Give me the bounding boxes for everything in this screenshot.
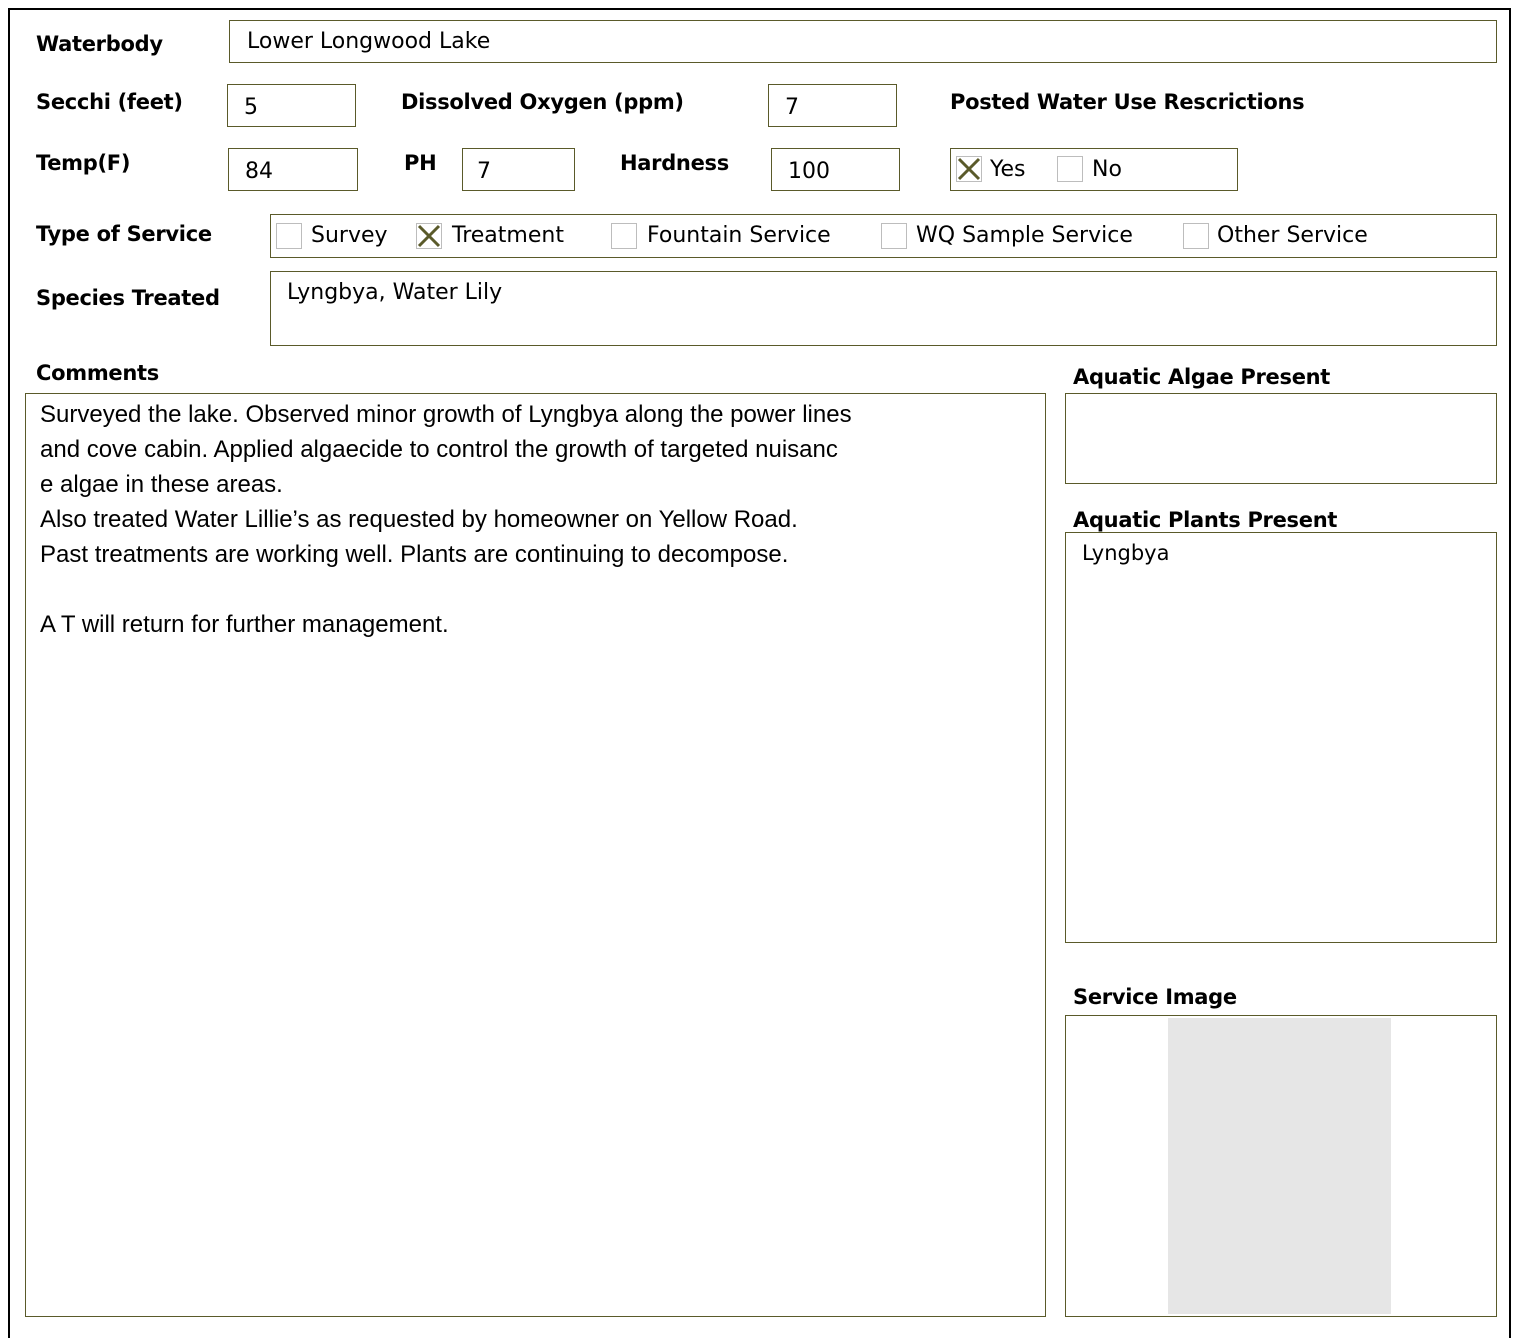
dissolved-oxygen-value: 7	[785, 95, 799, 120]
other-service-checkbox[interactable]	[1183, 223, 1209, 249]
service-type-label: Type of Service	[36, 222, 212, 246]
dissolved-oxygen-field[interactable]: 7	[768, 84, 897, 127]
service-type-box: Survey Treatment Fountain Service WQ Sam…	[270, 214, 1497, 258]
survey-checkbox[interactable]	[276, 223, 302, 249]
temp-value: 84	[245, 159, 273, 184]
comment-line: A T will return for further management.	[40, 611, 449, 638]
no-label: No	[1092, 157, 1122, 182]
wq-sample-service-checkbox[interactable]	[881, 223, 907, 249]
comment-line: Surveyed the lake. Observed minor growth…	[40, 401, 852, 428]
temp-label: Temp(F)	[36, 151, 131, 175]
other-service-label: Other Service	[1217, 223, 1368, 248]
ph-value: 7	[477, 159, 491, 184]
service-image[interactable]	[1168, 1018, 1391, 1314]
plants-field[interactable]: Lyngbya	[1065, 532, 1497, 943]
fountain-service-label: Fountain Service	[647, 223, 831, 248]
hardness-value: 100	[788, 159, 830, 184]
secchi-label: Secchi (feet)	[36, 90, 183, 114]
treatment-checkbox[interactable]	[416, 223, 442, 249]
secchi-field[interactable]: 5	[227, 84, 356, 127]
dissolved-oxygen-label: Dissolved Oxygen (ppm)	[401, 90, 684, 114]
species-treated-value: Lyngbya, Water Lily	[287, 280, 503, 305]
service-image-box	[1065, 1015, 1497, 1317]
treatment-label: Treatment	[452, 223, 564, 248]
waterbody-value: Lower Longwood Lake	[247, 29, 491, 54]
service-image-label: Service Image	[1073, 985, 1237, 1009]
posted-restrictions-label: Posted Water Use Rescrictions	[950, 90, 1305, 114]
no-checkbox[interactable]	[1057, 156, 1083, 182]
secchi-value: 5	[244, 95, 258, 120]
plants-label: Aquatic Plants Present	[1073, 508, 1338, 532]
plants-value: Lyngbya	[1082, 541, 1170, 565]
yes-label: Yes	[990, 157, 1026, 182]
comments-label: Comments	[36, 361, 159, 385]
wq-sample-service-label: WQ Sample Service	[916, 223, 1133, 248]
species-treated-field[interactable]: Lyngbya, Water Lily	[270, 271, 1497, 346]
posted-restrictions-box: Yes No	[950, 148, 1238, 191]
waterbody-label: Waterbody	[36, 32, 163, 56]
algae-label: Aquatic Algae Present	[1073, 365, 1331, 389]
species-treated-label: Species Treated	[36, 286, 220, 310]
waterbody-field[interactable]: Lower Longwood Lake	[229, 20, 1497, 63]
ph-field[interactable]: 7	[462, 148, 575, 191]
yes-checkbox[interactable]	[956, 156, 982, 182]
comment-line: and cove cabin. Applied algaecide to con…	[40, 436, 838, 463]
hardness-field[interactable]: 100	[771, 148, 900, 191]
comment-line: e algae in these areas.	[40, 471, 283, 498]
hardness-label: Hardness	[620, 151, 729, 175]
temp-field[interactable]: 84	[228, 148, 358, 191]
survey-label: Survey	[311, 223, 388, 248]
ph-label: PH	[404, 151, 437, 175]
comment-line: Past treatments are working well. Plants…	[40, 541, 789, 568]
algae-field[interactable]	[1065, 393, 1497, 484]
comment-line: Also treated Water Lillie’s as requested…	[40, 506, 798, 533]
fountain-service-checkbox[interactable]	[611, 223, 637, 249]
